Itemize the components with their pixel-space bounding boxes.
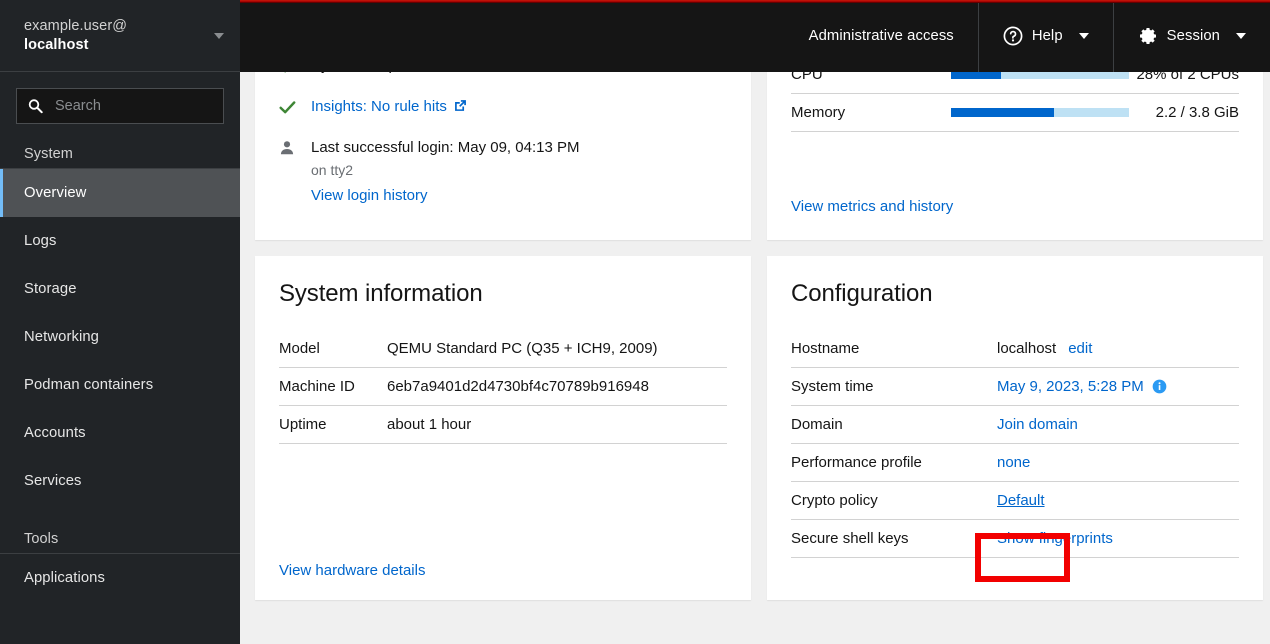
sysinfo-uptime-value: about 1 hour xyxy=(387,416,472,433)
memory-progress-bar xyxy=(951,108,1129,117)
help-icon xyxy=(1003,26,1023,46)
sidebar-item-networking[interactable]: Networking xyxy=(0,313,240,361)
sidebar-item-logs[interactable]: Logs xyxy=(0,217,240,265)
sidebar-item-label: Networking xyxy=(24,329,100,345)
system-time-link[interactable]: May 9, 2023, 5:28 PM xyxy=(997,378,1144,395)
config-ssh-key: Secure shell keys xyxy=(791,530,909,547)
config-performance-key: Performance profile xyxy=(791,454,922,471)
help-label: Help xyxy=(1031,28,1063,44)
sysinfo-row-model: Model QEMU Standard PC (Q35 + ICH9, 2009… xyxy=(279,330,727,368)
cards-row-bottom: System information Model QEMU Standard P… xyxy=(255,256,1263,600)
config-row-performance-profile: Performance profile none xyxy=(791,444,1239,482)
health-list: System is up to date Insights: No rule h… xyxy=(279,56,727,206)
config-row-domain: Domain Join domain xyxy=(791,406,1239,444)
external-link-icon xyxy=(453,98,468,113)
chevron-down-icon xyxy=(214,32,224,39)
sysinfo-uptime-key: Uptime xyxy=(279,416,327,433)
join-domain-link[interactable]: Join domain xyxy=(997,416,1078,433)
performance-profile-link[interactable]: none xyxy=(997,454,1030,471)
config-crypto-key: Crypto policy xyxy=(791,492,878,509)
sidebar-item-label: Storage xyxy=(24,281,77,297)
config-row-system-time: System time May 9, 2023, 5:28 PM xyxy=(791,368,1239,406)
info-circle-icon[interactable] xyxy=(1152,379,1167,394)
search-input[interactable] xyxy=(17,89,223,123)
top-header-bar: Administrative access Help Session xyxy=(240,0,1270,72)
sidebar-group-tools: Tools xyxy=(24,531,59,547)
crypto-policy-link[interactable]: Default xyxy=(997,492,1045,509)
config-row-ssh-keys: Secure shell keys Show fingerprints xyxy=(791,520,1239,558)
sidebar-item-storage[interactable]: Storage xyxy=(0,265,240,313)
system-information-footer: View hardware details xyxy=(279,562,425,580)
help-menu-button[interactable]: Help xyxy=(977,0,1113,72)
sidebar-item-label: Overview xyxy=(24,185,87,201)
last-login-tty: on tty2 xyxy=(311,162,354,179)
sysinfo-machineid-value: 6eb7a9401d2d4730bf4c70789b916948 xyxy=(387,378,649,395)
configuration-card: Configuration Hostname localhost edit Sy… xyxy=(767,256,1263,600)
sidebar-group-system: System xyxy=(24,146,73,162)
configuration-title: Configuration xyxy=(791,280,933,307)
session-label: Session xyxy=(1166,28,1220,44)
system-information-title: System information xyxy=(279,280,483,307)
usage-memory-value: 2.2 / 3.8 GiB xyxy=(1155,104,1239,121)
usage-row-memory: Memory 2.2 / 3.8 GiB xyxy=(791,94,1239,132)
health-row-insights: Insights: No rule hits xyxy=(279,97,727,120)
view-login-history-link[interactable]: View login history xyxy=(311,187,427,204)
search-box[interactable] xyxy=(16,88,224,124)
config-hostname-key: Hostname xyxy=(791,340,860,357)
show-fingerprints-link[interactable]: Show fingerprints xyxy=(997,530,1113,547)
system-information-card: System information Model QEMU Standard P… xyxy=(255,256,751,600)
sidebar-search-area xyxy=(0,72,240,140)
administrative-access-button[interactable]: Administrative access xyxy=(785,0,978,72)
last-login-text: Last successful login: May 09, 04:13 PM xyxy=(311,139,580,156)
config-system-time-key: System time xyxy=(791,378,874,395)
sidebar-item-label: Accounts xyxy=(24,425,86,441)
sysinfo-row-machine-id: Machine ID 6eb7a9401d2d4730bf4c70789b916… xyxy=(279,368,727,406)
view-metrics-link[interactable]: View metrics and history xyxy=(791,198,953,215)
user-icon xyxy=(279,138,297,160)
config-domain-key: Domain xyxy=(791,416,843,433)
sidebar-item-podman-containers[interactable]: Podman containers xyxy=(0,361,240,409)
sysinfo-model-key: Model xyxy=(279,340,320,357)
sidebar: example.user@ localhost System Overview xyxy=(0,0,240,644)
sidebar-item-overview[interactable]: Overview xyxy=(0,169,240,217)
gear-icon xyxy=(1138,26,1158,46)
config-row-crypto-policy: Crypto policy Default xyxy=(791,482,1239,520)
check-icon xyxy=(279,97,297,120)
config-row-hostname: Hostname localhost edit xyxy=(791,330,1239,368)
sidebar-item-services[interactable]: Services xyxy=(0,457,240,505)
usage-memory-label: Memory xyxy=(791,104,846,121)
host-switcher[interactable]: example.user@ localhost xyxy=(0,0,240,72)
current-host: localhost xyxy=(24,36,89,53)
health-row-login: Last successful login: May 09, 04:13 PM … xyxy=(279,138,727,206)
usage-card-footer: View metrics and history xyxy=(791,198,953,216)
config-hostname-value: localhost xyxy=(997,340,1057,357)
sidebar-item-label: Logs xyxy=(24,233,57,249)
administrative-access-label: Administrative access xyxy=(808,28,954,44)
view-hardware-details-link[interactable]: View hardware details xyxy=(279,562,425,579)
sidebar-item-label: Services xyxy=(24,473,82,489)
host-switcher-label: example.user@ localhost xyxy=(24,17,127,54)
sidebar-item-accounts[interactable]: Accounts xyxy=(0,409,240,457)
sidebar-item-label: Applications xyxy=(24,570,105,586)
chevron-down-icon xyxy=(1236,33,1246,39)
chevron-down-icon xyxy=(1078,33,1089,39)
sysinfo-row-uptime: Uptime about 1 hour xyxy=(279,406,727,444)
page-root: example.user@ localhost System Overview xyxy=(0,0,1270,644)
sidebar-item-applications[interactable]: Applications xyxy=(0,554,240,602)
insights-link[interactable]: Insights: No rule hits xyxy=(311,98,447,115)
session-menu-button[interactable]: Session xyxy=(1112,0,1270,72)
hostname-edit-link[interactable]: edit xyxy=(1068,340,1092,357)
overview-cards: Health System is up to date xyxy=(255,0,1263,616)
main-content: Health System is up to date xyxy=(240,0,1270,644)
current-user: example.user@ xyxy=(24,17,128,34)
sysinfo-model-value: QEMU Standard PC (Q35 + ICH9, 2009) xyxy=(387,340,658,357)
sysinfo-machineid-key: Machine ID xyxy=(279,378,355,395)
sidebar-item-label: Podman containers xyxy=(24,377,154,393)
